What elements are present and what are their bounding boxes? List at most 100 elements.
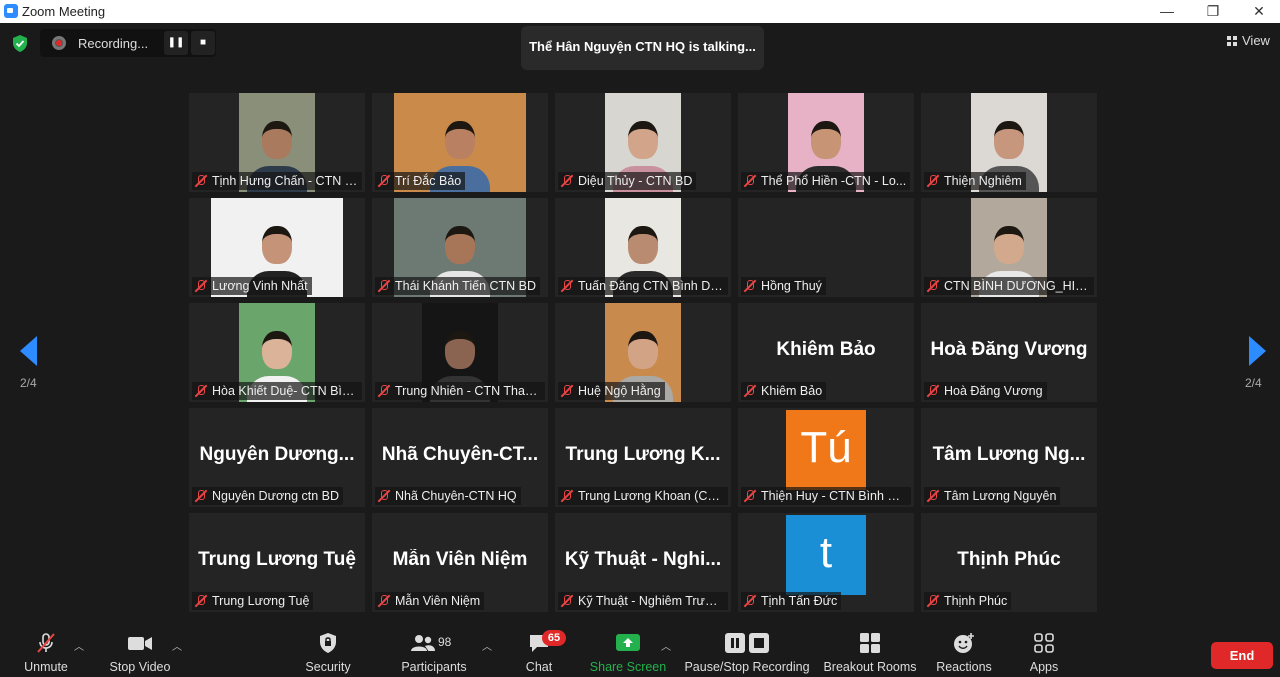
- participant-name: Tuấn Đăng CTN Bình Dư...: [578, 279, 728, 293]
- participant-tile[interactable]: Hoà Đăng Vương Hoà Đăng Vương: [921, 303, 1097, 402]
- pause-recording-button[interactable]: ❚❚: [164, 31, 188, 55]
- video-camera-icon: [128, 637, 152, 650]
- participant-name: Huệ Ngộ Hằng: [578, 384, 661, 398]
- stop-video-button[interactable]: Stop Video: [104, 632, 176, 674]
- unmute-button[interactable]: Unmute: [18, 632, 74, 674]
- participant-tile[interactable]: Hòa Khiết Duệ- CTN Bình...: [189, 303, 365, 402]
- muted-mic-icon: [194, 174, 208, 188]
- participant-tile[interactable]: Nhã Chuyên-CT... Nhã Chuyên-CTN HQ: [372, 408, 548, 507]
- participants-group: 98: [410, 632, 458, 654]
- participant-name-bar: Lương Vinh Nhất: [192, 277, 312, 295]
- participant-tile[interactable]: Kỹ Thuật - Nghi... Kỹ Thuật - Nghiêm Trườ…: [555, 513, 731, 612]
- participant-name: Trí Đắc Bảo: [395, 174, 462, 188]
- participant-tile[interactable]: Tịnh Hưng Chấn - CTN Bì...: [189, 93, 365, 192]
- next-page-arrow-icon[interactable]: [1249, 336, 1266, 366]
- view-button[interactable]: View: [1227, 33, 1270, 48]
- breakout-rooms-button[interactable]: Breakout Rooms: [822, 632, 918, 674]
- muted-mic-icon: [560, 594, 574, 608]
- participant-tile[interactable]: Tú Thiện Huy - CTN Bình Dư...: [738, 408, 914, 507]
- audio-options-caret-icon[interactable]: ︿: [74, 638, 84, 653]
- share-options-caret-icon[interactable]: ︿: [661, 638, 671, 653]
- participant-name-bar: Trí Đắc Bảo: [375, 172, 466, 190]
- participant-name: Trung Lương Khoan (CTN...: [578, 489, 728, 503]
- participant-name-bar: Trung Nhiên - CTN Than...: [375, 382, 545, 400]
- participant-tile[interactable]: Lương Vinh Nhất: [189, 198, 365, 297]
- participant-display-name: Hoà Đăng Vương: [930, 339, 1088, 360]
- participant-tile[interactable]: Trí Đắc Bảo: [372, 93, 548, 192]
- participant-head: [628, 226, 658, 264]
- encryption-shield-icon[interactable]: [12, 35, 28, 52]
- participant-name: Thiện Huy - CTN Bình Dư...: [761, 489, 911, 503]
- close-button[interactable]: ✕: [1236, 0, 1280, 23]
- participants-options-caret-icon[interactable]: ︿: [482, 638, 492, 653]
- muted-mic-icon: [743, 174, 757, 188]
- participant-name-bar: Thể Phổ Hiền -CTN - Lo...: [741, 172, 911, 190]
- participant-name: Hoà Đăng Vương: [944, 384, 1043, 398]
- participant-display-name: Kỹ Thuật - Nghi...: [564, 549, 722, 570]
- security-button[interactable]: Security: [300, 632, 356, 674]
- participant-display-name: Nguyên Dương...: [199, 444, 355, 465]
- page-indicator-left: 2/4: [20, 376, 37, 390]
- participant-name-bar: Trung Lương Tuệ: [192, 592, 314, 610]
- participant-display-name: Trung Lương K...: [565, 444, 721, 465]
- breakout-rooms-label: Breakout Rooms: [823, 660, 917, 674]
- participant-name: Kỹ Thuật - Nghiêm Trường: [578, 594, 728, 608]
- participant-tile[interactable]: Thịnh Phúc Thịnh Phúc: [921, 513, 1097, 612]
- apps-button[interactable]: Apps: [1022, 632, 1066, 674]
- pause-stop-icon: [725, 633, 769, 653]
- participants-button[interactable]: 98 Participants: [398, 632, 470, 674]
- stop-recording-button[interactable]: ■: [191, 31, 215, 55]
- participant-name: Thể Phổ Hiền -CTN - Lo...: [761, 174, 907, 188]
- minimize-button[interactable]: —: [1144, 0, 1190, 23]
- active-speaker-banner: Thể Hân Nguyện CTN HQ is talking...: [521, 26, 764, 70]
- participant-name-bar: CTN BÌNH DƯƠNG_HIỀN ...: [924, 277, 1094, 295]
- previous-page-arrow-icon[interactable]: [20, 336, 37, 366]
- muted-mic-icon: [377, 174, 391, 188]
- participant-name-bar: Trung Lương Khoan (CTN...: [558, 487, 728, 505]
- share-screen-button[interactable]: Share Screen: [588, 632, 668, 674]
- muted-mic-icon: [560, 384, 574, 398]
- chat-label: Chat: [525, 660, 553, 674]
- participant-name: Mẫn Viên Niệm: [395, 594, 481, 608]
- chat-unread-badge: 65: [542, 630, 566, 646]
- participant-tile[interactable]: Trung Lương Tuệ Trung Lương Tuệ: [189, 513, 365, 612]
- participant-tile[interactable]: t Tịnh Tấn Đức: [738, 513, 914, 612]
- participant-tile[interactable]: Tuấn Đăng CTN Bình Dư...: [555, 198, 731, 297]
- security-label: Security: [305, 660, 351, 674]
- participant-tile[interactable]: Trung Nhiên - CTN Than...: [372, 303, 548, 402]
- participant-tile[interactable]: Thể Phổ Hiền -CTN - Lo...: [738, 93, 914, 192]
- recording-dot-icon: [52, 36, 66, 50]
- participant-tile[interactable]: Huệ Ngộ Hằng: [555, 303, 731, 402]
- participant-tile[interactable]: CTN BÌNH DƯƠNG_HIỀN ...: [921, 198, 1097, 297]
- participant-name: Lương Vinh Nhất: [212, 279, 308, 293]
- participant-tile[interactable]: Thiện Nghiêm: [921, 93, 1097, 192]
- participant-tile[interactable]: Trung Lương K... Trung Lương Khoan (CTN..…: [555, 408, 731, 507]
- participant-tile[interactable]: Mẫn Viên Niệm Mẫn Viên Niệm: [372, 513, 548, 612]
- reactions-button[interactable]: Reactions: [934, 632, 994, 674]
- recording-label: Recording...: [78, 36, 149, 51]
- participant-name-bar: Diệu Thủy - CTN BD: [558, 172, 697, 190]
- participant-name: CTN BÌNH DƯƠNG_HIỀN ...: [944, 279, 1094, 293]
- muted-mic-icon: [377, 489, 391, 503]
- participant-tile[interactable]: Thái Khánh Tiến CTN BD: [372, 198, 548, 297]
- muted-mic-icon: [743, 594, 757, 608]
- participant-name: Thịnh Phúc: [944, 594, 1008, 608]
- participant-display-name: Tâm Lương Ng...: [932, 444, 1086, 465]
- pause-stop-recording-button[interactable]: Pause/Stop Recording: [684, 632, 810, 674]
- participant-display-name: Khiêm Bảo: [776, 339, 876, 360]
- video-options-caret-icon[interactable]: ︿: [172, 638, 182, 653]
- apps-label: Apps: [1029, 660, 1059, 674]
- muted-mic-icon: [743, 489, 757, 503]
- muted-mic-icon: [926, 279, 940, 293]
- participant-tile[interactable]: Tâm Lương Ng... Tâm Lương Nguyên: [921, 408, 1097, 507]
- participant-tile[interactable]: Khiêm Bảo Khiêm Bảo: [738, 303, 914, 402]
- security-shield-icon: [320, 633, 336, 653]
- end-meeting-button[interactable]: End: [1211, 642, 1273, 669]
- participant-tile[interactable]: Diệu Thủy - CTN BD: [555, 93, 731, 192]
- muted-mic-icon: [926, 489, 940, 503]
- participant-tile[interactable]: Hồng Thuý: [738, 198, 914, 297]
- participant-tile[interactable]: Nguyên Dương... Nguyên Dương ctn BD: [189, 408, 365, 507]
- participant-name-bar: Tâm Lương Nguyên: [924, 487, 1061, 505]
- restore-button[interactable]: ❐: [1190, 0, 1236, 23]
- share-screen-icon: [616, 634, 640, 651]
